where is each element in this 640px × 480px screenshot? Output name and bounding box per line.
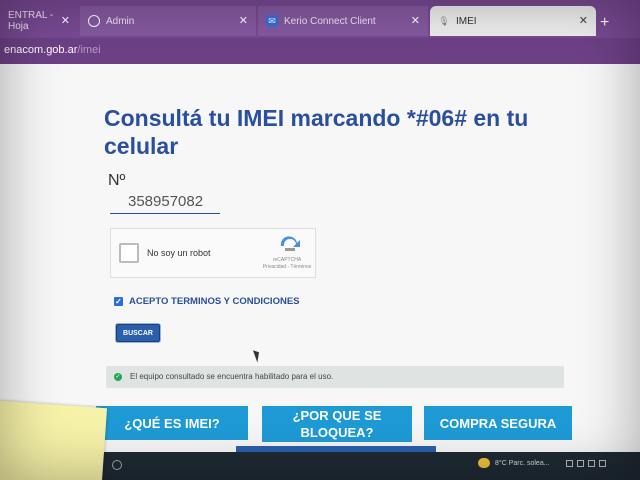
checkbox-checked-icon[interactable]: ✓ — [114, 297, 123, 306]
screen: ENTRAL - Hoja ✕ Admin ✕ ✉ Kerio Connect … — [0, 0, 640, 480]
terms-checkbox-row[interactable]: ✓ ACEPTO TERMINOS Y CONDICIONES — [114, 296, 300, 307]
url-path: /imei — [77, 44, 101, 56]
tab-bar: ENTRAL - Hoja ✕ Admin ✕ ✉ Kerio Connect … — [0, 0, 640, 38]
page-title: Consultá tu IMEI marcando *#06# en tu ce… — [104, 105, 529, 159]
mail-icon: ✉ — [266, 15, 278, 27]
weather-icon — [478, 458, 490, 468]
globe-icon — [88, 15, 100, 27]
page-content: Consultá tu IMEI marcando *#06# en tu ce… — [0, 64, 640, 452]
secure-purchase-button[interactable]: COMPRA SEGURA — [424, 406, 572, 440]
address-bar[interactable]: enacom.gob.ar/imei — [0, 38, 640, 64]
network-icon[interactable] — [566, 460, 573, 467]
url-text[interactable]: enacom.gob.ar/imei — [4, 44, 101, 56]
close-icon[interactable]: ✕ — [411, 14, 420, 27]
tab-admin[interactable]: Admin ✕ — [80, 6, 256, 36]
tab-imei[interactable]: 🎙 IMEI ✕ — [430, 6, 596, 36]
search-button[interactable]: BUSCAR — [116, 324, 160, 342]
tab-spreadsheet[interactable]: ENTRAL - Hoja ✕ — [0, 6, 78, 36]
volume-icon[interactable] — [577, 460, 584, 467]
sticky-note — [0, 399, 108, 480]
imei-input[interactable] — [110, 190, 220, 214]
captcha-checkbox[interactable] — [119, 243, 139, 263]
battery-icon[interactable] — [588, 460, 595, 467]
close-icon[interactable]: ✕ — [579, 14, 588, 27]
tab-label: Kerio Connect Client — [284, 15, 376, 27]
what-is-imei-button[interactable]: ¿QUÉ ES IMEI? — [96, 406, 248, 440]
weather-text: 8°C Parc. solea... — [495, 459, 550, 467]
captcha-links[interactable]: Privacidad - Términos — [261, 264, 313, 271]
notification-icon[interactable] — [599, 460, 606, 467]
close-icon[interactable]: ✕ — [239, 14, 248, 27]
mouse-cursor-icon — [252, 348, 263, 363]
search-icon[interactable] — [112, 460, 122, 470]
weather-widget[interactable]: 8°C Parc. solea... — [478, 458, 550, 468]
url-domain: enacom.gob.ar — [4, 44, 78, 56]
captcha-label: No soy un robot — [147, 248, 211, 258]
tab-label: Admin — [106, 15, 135, 27]
microphone-icon: 🎙 — [438, 15, 450, 26]
check-circle-icon: ✓ — [114, 373, 122, 381]
status-message: El equipo consultado se encuentra habili… — [130, 372, 334, 381]
captcha-brand: reCAPTCHA — [272, 257, 302, 263]
why-blocked-button[interactable]: ¿POR QUE SE BLOQUEA? — [262, 406, 412, 442]
number-label: Nº — [108, 172, 126, 189]
terms-label: ACEPTO TERMINOS Y CONDICIONES — [129, 296, 300, 307]
tab-label: IMEI — [456, 15, 477, 27]
status-alert: ✓ El equipo consultado se encuentra habi… — [106, 366, 564, 388]
recaptcha-widget: No soy un robot reCAPTCHA Privacidad - T… — [110, 228, 316, 278]
captcha-brand-text: reCAPTCHA Privacidad - Términos — [261, 257, 313, 271]
system-tray — [566, 460, 606, 467]
close-icon[interactable]: ✕ — [61, 14, 70, 27]
recaptcha-logo-icon — [280, 236, 300, 251]
new-tab-button[interactable]: + — [600, 14, 609, 32]
tab-kerio[interactable]: ✉ Kerio Connect Client ✕ — [258, 6, 428, 36]
